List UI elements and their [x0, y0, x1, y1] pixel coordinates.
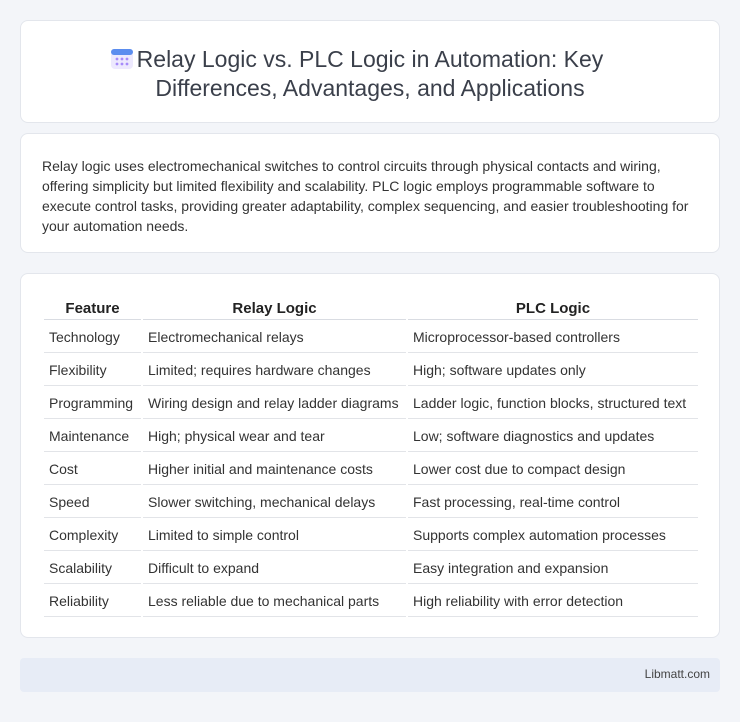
comparison-table: Feature Relay Logic PLC Logic Technology…: [42, 296, 700, 619]
relay-cell: Electromechanical relays: [143, 322, 406, 353]
table-row: Maintenance High; physical wear and tear…: [44, 421, 698, 452]
feature-cell: Flexibility: [44, 355, 141, 386]
feature-cell: Technology: [44, 322, 141, 353]
relay-cell: Wiring design and relay ladder diagrams: [143, 388, 406, 419]
relay-cell: Difficult to expand: [143, 553, 406, 584]
feature-cell: Speed: [44, 487, 141, 518]
plc-cell: Lower cost due to compact design: [408, 454, 698, 485]
table-row: Technology Electromechanical relays Micr…: [44, 322, 698, 353]
feature-cell: Complexity: [44, 520, 141, 551]
plc-cell: Ladder logic, function blocks, structure…: [408, 388, 698, 419]
table-row: Programming Wiring design and relay ladd…: [44, 388, 698, 419]
table-row: Speed Slower switching, mechanical delay…: [44, 487, 698, 518]
table-header-row: Feature Relay Logic PLC Logic: [44, 298, 698, 320]
table-row: Cost Higher initial and maintenance cost…: [44, 454, 698, 485]
plc-cell: Supports complex automation processes: [408, 520, 698, 551]
header-plc-logic: PLC Logic: [408, 298, 698, 320]
summary-card: Relay logic uses electromechanical switc…: [20, 133, 720, 253]
title-card: Relay Logic vs. PLC Logic in Automation:…: [20, 20, 720, 123]
footer-bar: Libmatt.com: [20, 658, 720, 692]
relay-cell: High; physical wear and tear: [143, 421, 406, 452]
feature-cell: Maintenance: [44, 421, 141, 452]
plc-cell: Fast processing, real-time control: [408, 487, 698, 518]
plc-cell: Low; software diagnostics and updates: [408, 421, 698, 452]
page-title-line-1: Relay Logic vs. PLC Logic in Automation:…: [136, 46, 604, 72]
relay-cell: Less reliable due to mechanical parts: [143, 586, 406, 617]
table-row: Scalability Difficult to expand Easy int…: [44, 553, 698, 584]
table-row: Complexity Limited to simple control Sup…: [44, 520, 698, 551]
header-relay-logic: Relay Logic: [143, 298, 406, 320]
relay-cell: Slower switching, mechanical delays: [143, 487, 406, 518]
feature-cell: Reliability: [44, 586, 141, 617]
table-row: Reliability Less reliable due to mechani…: [44, 586, 698, 617]
plc-cell: Easy integration and expansion: [408, 553, 698, 584]
footer-brand: Libmatt.com: [644, 667, 710, 681]
feature-cell: Scalability: [44, 553, 141, 584]
page-title: Relay Logic vs. PLC Logic in Automation:…: [21, 45, 719, 103]
summary-text: Relay logic uses electromechanical switc…: [42, 158, 689, 234]
relay-cell: Limited; requires hardware changes: [143, 355, 406, 386]
table-row: Flexibility Limited; requires hardware c…: [44, 355, 698, 386]
plc-cell: Microprocessor-based controllers: [408, 322, 698, 353]
plc-cell: High reliability with error detection: [408, 586, 698, 617]
feature-cell: Cost: [44, 454, 141, 485]
header-feature: Feature: [44, 298, 141, 320]
relay-cell: Higher initial and maintenance costs: [143, 454, 406, 485]
relay-cell: Limited to simple control: [143, 520, 406, 551]
comparison-table-card: Feature Relay Logic PLC Logic Technology…: [20, 273, 720, 638]
page-title-line-2: Differences, Advantages, and Application…: [155, 75, 585, 101]
feature-cell: Programming: [44, 388, 141, 419]
plc-cell: High; software updates only: [408, 355, 698, 386]
